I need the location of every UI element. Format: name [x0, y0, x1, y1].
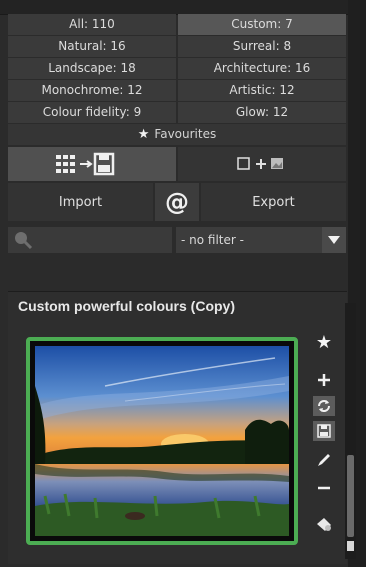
- category-monochrome[interactable]: Monochrome: 12: [8, 80, 176, 101]
- favourites-label: Favourites: [154, 127, 217, 141]
- refresh-icon: [318, 400, 330, 412]
- star-icon: ★: [137, 127, 150, 142]
- email-button[interactable]: @: [155, 183, 199, 221]
- minus-icon: [318, 486, 330, 490]
- favourite-button[interactable]: ★: [313, 331, 335, 353]
- category-natural[interactable]: Natural: 16: [8, 36, 176, 57]
- category-artistic[interactable]: Artistic: 12: [178, 80, 346, 101]
- preset-title: Custom powerful colours (Copy): [18, 298, 235, 314]
- view-toolbar: [8, 147, 346, 181]
- save-icon: [317, 424, 331, 438]
- preset-browser-panel: All: 110 Custom: 7 Natural: 16 Surreal: …: [8, 14, 346, 253]
- search-box[interactable]: [8, 227, 172, 253]
- star-icon: ★: [315, 331, 333, 353]
- preset-thumbnail[interactable]: [35, 346, 289, 536]
- preset-card: Custom powerful colours (Copy) ★: [8, 291, 347, 564]
- filter-row: - no filter -: [8, 227, 346, 253]
- category-all[interactable]: All: 110: [8, 14, 176, 35]
- triangle-down-icon: [328, 236, 340, 244]
- pencil-icon: [318, 454, 330, 466]
- import-export-row: Import @ Export: [8, 183, 346, 221]
- category-grid: All: 110 Custom: 7 Natural: 16 Surreal: …: [8, 14, 346, 123]
- edit-button[interactable]: [313, 450, 335, 470]
- category-custom[interactable]: Custom: 7: [178, 14, 346, 35]
- filter-value: - no filter -: [181, 233, 244, 247]
- add-button[interactable]: [313, 370, 335, 390]
- save-button[interactable]: [313, 421, 335, 441]
- category-architecture[interactable]: Architecture: 16: [178, 58, 346, 79]
- grid-arrow-save-icon: [56, 152, 115, 176]
- square-plus-image-icon: [237, 157, 283, 170]
- category-surreal[interactable]: Surreal: 8: [178, 36, 346, 57]
- scrollbar-end-button[interactable]: [347, 541, 354, 551]
- remove-button[interactable]: [313, 478, 335, 498]
- top-strip: [0, 0, 366, 15]
- plus-icon: [318, 374, 330, 386]
- category-colour-fidelity[interactable]: Colour fidelity: 9: [8, 102, 176, 123]
- export-grid-button[interactable]: [8, 147, 176, 181]
- filter-dropdown[interactable]: - no filter -: [176, 227, 346, 253]
- search-icon: [15, 232, 33, 250]
- dropdown-button[interactable]: [322, 227, 346, 253]
- refresh-button[interactable]: [313, 396, 335, 416]
- delete-icon: [317, 518, 331, 531]
- category-glow[interactable]: Glow: 12: [178, 102, 346, 123]
- favourites-button[interactable]: ★ Favourites: [8, 124, 346, 145]
- search-input[interactable]: [34, 232, 172, 248]
- preset-thumbnail-frame[interactable]: [26, 337, 298, 545]
- scrollbar-thumb[interactable]: [347, 455, 354, 537]
- import-button[interactable]: Import: [8, 183, 153, 221]
- merge-button[interactable]: [178, 147, 346, 181]
- category-landscape[interactable]: Landscape: 18: [8, 58, 176, 79]
- export-button[interactable]: Export: [201, 183, 346, 221]
- delete-button[interactable]: [313, 514, 335, 534]
